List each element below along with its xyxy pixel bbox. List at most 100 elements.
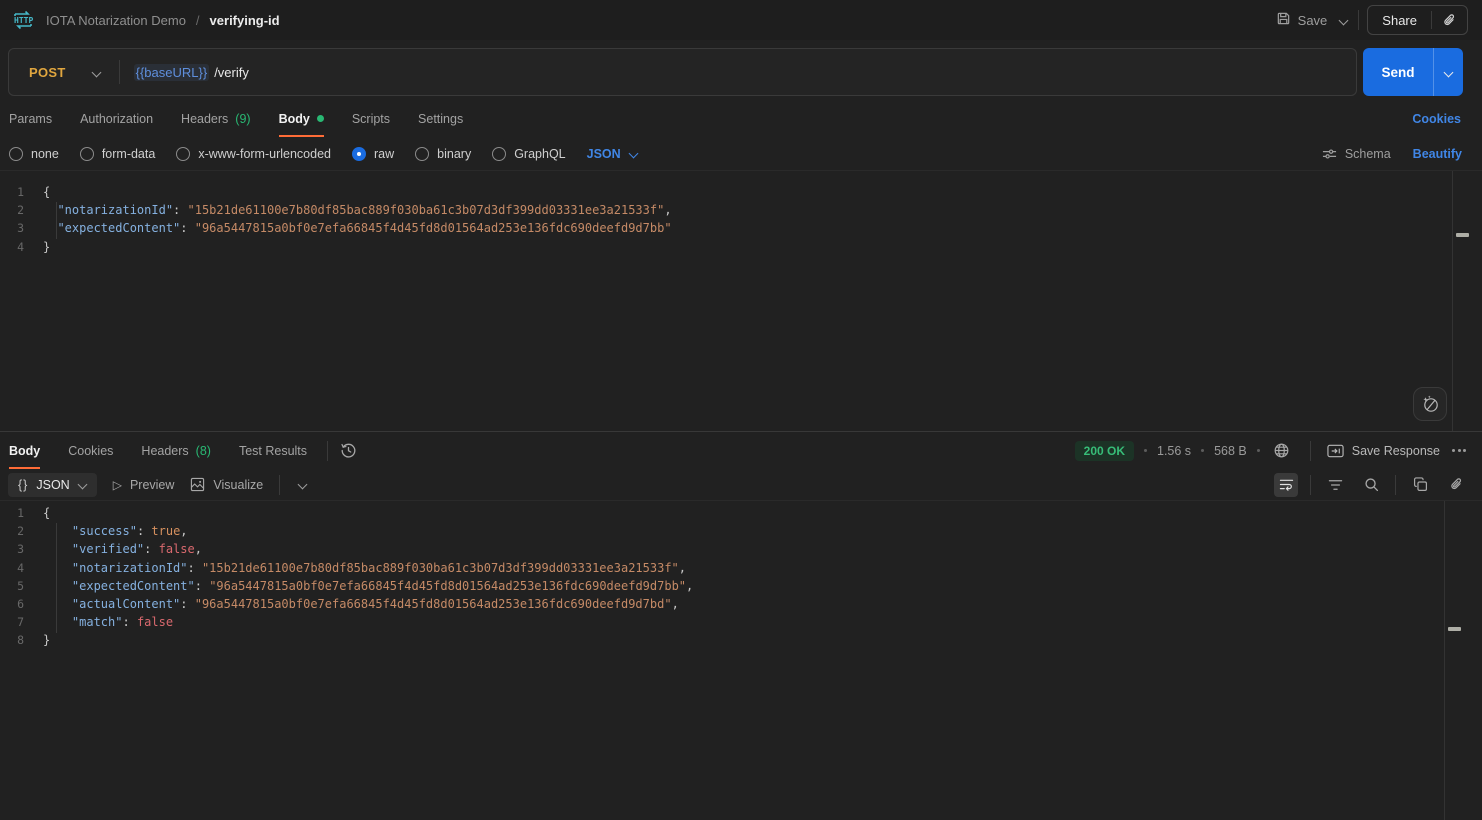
response-body-viewer[interactable]: 1{2 "success": true,3 "verified": false,… bbox=[0, 500, 1482, 820]
scroll-marker bbox=[1448, 627, 1461, 631]
body-type-x-www-form-urlencoded[interactable]: x-www-form-urlencoded bbox=[176, 147, 331, 161]
body-type-binary[interactable]: binary bbox=[415, 147, 471, 161]
top-bar: HTTP IOTA Notarization Demo / verifying-… bbox=[0, 0, 1482, 40]
response-tab-headers[interactable]: Headers (8) bbox=[127, 432, 225, 469]
response-tab-cookies[interactable]: Cookies bbox=[54, 432, 127, 469]
paperclip-icon bbox=[1442, 13, 1457, 28]
body-type-none[interactable]: none bbox=[9, 147, 59, 161]
line-number: 7 bbox=[0, 615, 36, 629]
tab-authorization[interactable]: Authorization bbox=[66, 100, 167, 137]
postbot-button[interactable] bbox=[1413, 387, 1447, 421]
body-type-row: none form-data x-www-form-urlencoded raw… bbox=[0, 137, 1482, 170]
response-toolbar-icons bbox=[1274, 469, 1468, 500]
tab-params[interactable]: Params bbox=[9, 100, 66, 137]
wrap-text-icon bbox=[1279, 478, 1294, 491]
headers-count-badge: (9) bbox=[235, 112, 250, 126]
line-number: 2 bbox=[0, 203, 36, 217]
breadcrumb-collection[interactable]: IOTA Notarization Demo bbox=[46, 13, 186, 28]
response-format-selector[interactable]: {} JSON bbox=[8, 473, 97, 497]
radio-icon bbox=[415, 147, 429, 161]
divider bbox=[1395, 475, 1396, 495]
chevron-down-icon bbox=[92, 68, 101, 77]
tab-headers[interactable]: Headers (9) bbox=[167, 100, 265, 137]
http-request-icon: HTTP bbox=[10, 9, 36, 31]
link-response-button[interactable] bbox=[1444, 473, 1468, 497]
tab-settings[interactable]: Settings bbox=[404, 100, 477, 137]
response-status-cluster: 200 OK 1.56 s 568 B Save Response bbox=[1075, 432, 1468, 469]
response-time[interactable]: 1.56 s bbox=[1157, 444, 1191, 458]
language-selector[interactable]: JSON bbox=[587, 147, 638, 161]
globe-icon bbox=[1273, 442, 1290, 459]
chevron-down-icon bbox=[1444, 68, 1453, 77]
url-container: POST {{baseURL}} /verify bbox=[8, 48, 1357, 96]
indent-guide bbox=[56, 202, 57, 239]
wrap-text-button[interactable] bbox=[1274, 473, 1298, 497]
body-type-raw[interactable]: raw bbox=[352, 147, 394, 161]
copy-response-button[interactable] bbox=[1408, 473, 1432, 497]
more-options-icon[interactable] bbox=[1450, 447, 1468, 454]
paperclip-icon bbox=[1449, 477, 1464, 492]
svg-text:HTTP: HTTP bbox=[14, 16, 33, 25]
code-line: 3 "verified": false, bbox=[0, 540, 1482, 558]
preview-button[interactable]: ▷ Preview bbox=[113, 478, 175, 492]
chevron-down-icon bbox=[78, 480, 87, 489]
line-number: 6 bbox=[0, 597, 36, 611]
copy-link-button[interactable] bbox=[1432, 6, 1467, 34]
save-icon bbox=[1276, 11, 1291, 29]
code-line: 2 "notarizationId": "15b21de61100e7b80df… bbox=[0, 201, 1482, 219]
breadcrumb-separator: / bbox=[196, 13, 200, 28]
postbot-sparkle-icon bbox=[1420, 394, 1440, 414]
cookies-link[interactable]: Cookies bbox=[1412, 100, 1461, 137]
send-options-button[interactable] bbox=[1433, 48, 1463, 96]
search-icon bbox=[1364, 477, 1379, 492]
visualize-options-button[interactable] bbox=[296, 476, 309, 493]
response-toolbar: {} JSON ▷ Preview Visualize bbox=[0, 469, 1482, 500]
divider bbox=[1310, 441, 1311, 461]
code-line: 3 "expectedContent": "96a5447815a0bf0e7e… bbox=[0, 219, 1482, 237]
chevron-down-icon bbox=[629, 149, 638, 158]
indent-guide bbox=[56, 523, 57, 633]
response-editor-scrollbar[interactable] bbox=[1444, 501, 1470, 820]
request-body-code: 1{2 "notarizationId": "15b21de61100e7b80… bbox=[0, 183, 1482, 256]
status-badge[interactable]: 200 OK bbox=[1075, 441, 1134, 461]
send-button-group: Send bbox=[1363, 48, 1463, 96]
save-response-button[interactable]: Save Response bbox=[1327, 444, 1440, 458]
save-options-button[interactable] bbox=[1337, 12, 1350, 29]
save-button[interactable]: Save bbox=[1274, 7, 1330, 33]
filter-button[interactable] bbox=[1323, 473, 1347, 497]
breadcrumb-request-name[interactable]: verifying-id bbox=[210, 13, 280, 28]
send-button[interactable]: Send bbox=[1363, 48, 1433, 96]
network-info-button[interactable] bbox=[1270, 439, 1294, 463]
save-response-icon bbox=[1327, 444, 1344, 458]
url-path: /verify bbox=[214, 65, 249, 80]
response-tab-body[interactable]: Body bbox=[9, 432, 54, 469]
beautify-button[interactable]: Beautify bbox=[1413, 147, 1462, 161]
braces-icon: {} bbox=[18, 478, 28, 492]
response-size[interactable]: 568 B bbox=[1214, 444, 1247, 458]
search-button[interactable] bbox=[1359, 473, 1383, 497]
body-type-graphql[interactable]: GraphQL bbox=[492, 147, 565, 161]
url-input[interactable]: {{baseURL}} /verify bbox=[119, 60, 1356, 84]
tab-body[interactable]: Body bbox=[265, 100, 338, 137]
share-button[interactable]: Share bbox=[1368, 6, 1431, 34]
line-number: 4 bbox=[0, 240, 36, 254]
tab-scripts[interactable]: Scripts bbox=[338, 100, 404, 137]
method-label: POST bbox=[29, 65, 66, 80]
body-type-form-data[interactable]: form-data bbox=[80, 147, 156, 161]
visualize-button[interactable]: Visualize bbox=[190, 477, 263, 492]
request-body-editor[interactable]: 1{2 "notarizationId": "15b21de61100e7b80… bbox=[0, 170, 1482, 431]
chevron-down-icon bbox=[1339, 16, 1348, 25]
url-variable-chip[interactable]: {{baseURL}} bbox=[134, 64, 210, 81]
method-selector[interactable]: POST bbox=[9, 49, 119, 95]
response-tab-test-results[interactable]: Test Results bbox=[225, 432, 321, 469]
schema-button[interactable]: Schema bbox=[1322, 147, 1391, 161]
chevron-down-icon bbox=[298, 480, 307, 489]
share-button-group: Share bbox=[1367, 5, 1468, 35]
request-editor-scrollbar[interactable] bbox=[1452, 171, 1478, 431]
copy-icon bbox=[1413, 477, 1428, 492]
divider bbox=[279, 475, 280, 495]
radio-icon bbox=[176, 147, 190, 161]
response-history-button[interactable] bbox=[334, 432, 363, 469]
divider bbox=[1310, 475, 1311, 495]
filter-icon bbox=[1328, 479, 1343, 491]
